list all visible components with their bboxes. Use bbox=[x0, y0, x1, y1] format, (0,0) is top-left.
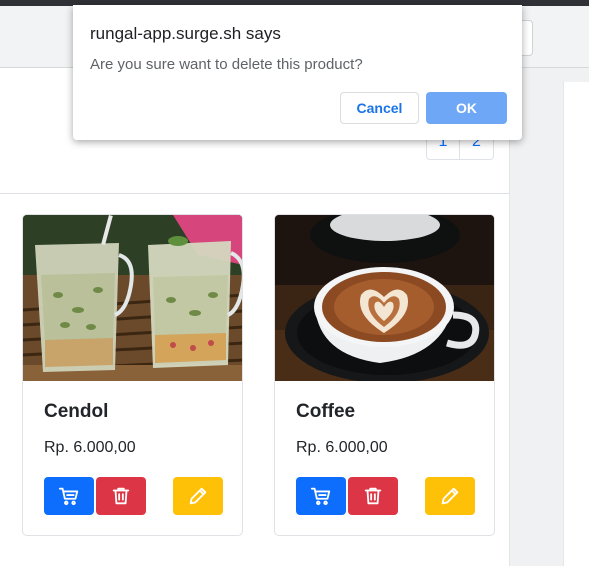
delete-button[interactable] bbox=[348, 477, 398, 515]
trash-icon bbox=[364, 487, 382, 505]
product-card-coffee: Coffee Rp. 6.000,00 bbox=[274, 214, 495, 536]
edit-button[interactable] bbox=[173, 477, 223, 515]
ok-button[interactable]: OK bbox=[426, 92, 507, 124]
trash-icon bbox=[112, 487, 130, 505]
product-name: Coffee bbox=[296, 401, 356, 422]
add-to-cart-button[interactable] bbox=[44, 477, 94, 515]
add-to-cart-button[interactable] bbox=[296, 477, 346, 515]
product-price: Rp. 6.000,00 bbox=[44, 439, 136, 456]
dialog-title: rungal-app.surge.sh says bbox=[90, 24, 281, 43]
cart-icon bbox=[310, 487, 331, 506]
side-panel bbox=[563, 82, 589, 566]
dialog-message: Are you sure want to delete this product… bbox=[90, 56, 363, 73]
pencil-icon bbox=[441, 487, 459, 505]
cancel-button[interactable]: Cancel bbox=[340, 92, 419, 124]
product-price: Rp. 6.000,00 bbox=[296, 439, 388, 456]
delete-button[interactable] bbox=[96, 477, 146, 515]
confirm-dialog: rungal-app.surge.sh says Are you sure wa… bbox=[73, 5, 522, 140]
product-card-cendol: Cendol Rp. 6.000,00 bbox=[22, 214, 243, 536]
latte-art-coffee-photo bbox=[275, 215, 494, 381]
product-name: Cendol bbox=[44, 401, 109, 422]
cart-icon bbox=[58, 487, 79, 506]
cendol-drinks-photo bbox=[23, 215, 242, 381]
edit-button[interactable] bbox=[425, 477, 475, 515]
pencil-icon bbox=[189, 487, 207, 505]
header-divider bbox=[0, 193, 510, 194]
